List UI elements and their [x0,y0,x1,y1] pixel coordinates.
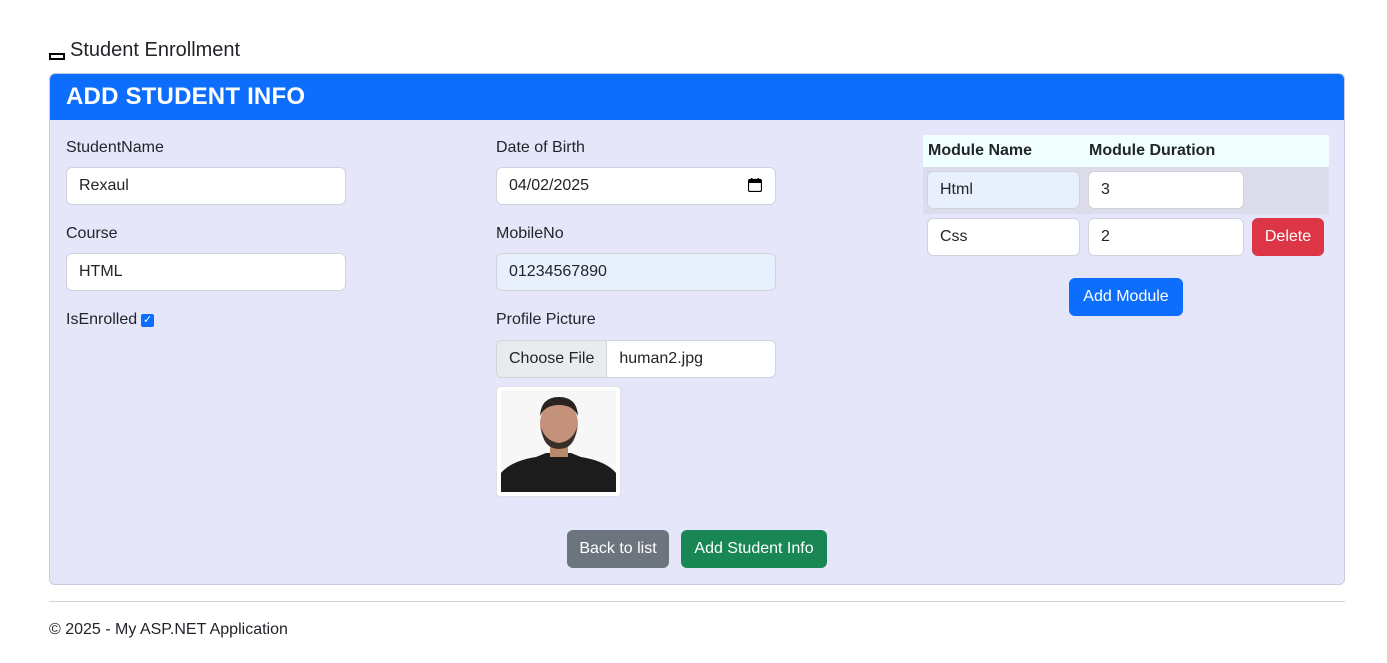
card-title: ADD STUDENT INFO [50,74,1344,120]
back-to-list-button[interactable]: Back to list [567,530,669,568]
module-name-input[interactable]: Css [927,218,1080,256]
module-name-value: Html [940,181,973,198]
student-form-card: ADD STUDENT INFO StudentName Rexaul Cour… [49,73,1345,585]
dob-label: Date of Birth [496,139,585,156]
mobile-input[interactable]: 01234567890 [496,253,776,291]
module-duration-header: Module Duration [1089,142,1216,159]
footer-divider [49,601,1345,602]
file-name: human2.jpg [619,350,703,367]
add-module-button[interactable]: Add Module [1069,278,1183,316]
course-label: Course [66,225,118,242]
dob-value: 04/02/2025 [509,177,590,194]
module-table-header: Module Name Module Duration [923,135,1329,167]
student-name-value: Rexaul [79,177,129,194]
module-name-input[interactable]: Html [927,171,1080,209]
app-title[interactable]: Student Enrollment [70,39,240,62]
is-enrolled-checkbox[interactable]: ✓ [141,314,155,327]
is-enrolled-label: IsEnrolled [66,311,138,328]
navbar-toggle-icon[interactable] [49,53,65,60]
module-duration-input[interactable]: 2 [1088,218,1244,256]
course-input[interactable]: HTML [66,253,346,291]
course-value: HTML [79,263,123,280]
profile-picture-preview [496,386,621,497]
add-student-info-button[interactable]: Add Student Info [681,530,827,568]
module-duration-input[interactable]: 3 [1088,171,1244,209]
mobile-value: 01234567890 [509,263,607,280]
student-name-label: StudentName [66,139,164,156]
profile-picture-input[interactable]: Choose File human2.jpg [496,340,776,378]
module-name-value: Css [940,228,968,245]
module-row: Css 2 Delete [923,214,1329,261]
student-name-input[interactable]: Rexaul [66,167,346,205]
module-duration-value: 3 [1101,181,1110,198]
choose-file-button[interactable]: Choose File [497,341,608,377]
footer-text: © 2025 - My ASP.NET Application [49,621,288,638]
dob-input[interactable]: 04/02/2025 [496,167,776,205]
module-row: Html 3 [923,167,1329,214]
mobile-label: MobileNo [496,225,564,242]
is-enrolled-field: IsEnrolled ✓ [66,311,155,329]
module-table: Module Name Module Duration Html 3 Css 2… [923,135,1329,261]
person-photo [501,391,616,492]
app-header: Student Enrollment [49,39,240,62]
delete-module-button[interactable]: Delete [1252,218,1324,256]
module-duration-value: 2 [1101,228,1110,245]
calendar-icon[interactable] [748,178,762,192]
profile-picture-label: Profile Picture [496,311,596,328]
module-name-header: Module Name [928,142,1033,159]
